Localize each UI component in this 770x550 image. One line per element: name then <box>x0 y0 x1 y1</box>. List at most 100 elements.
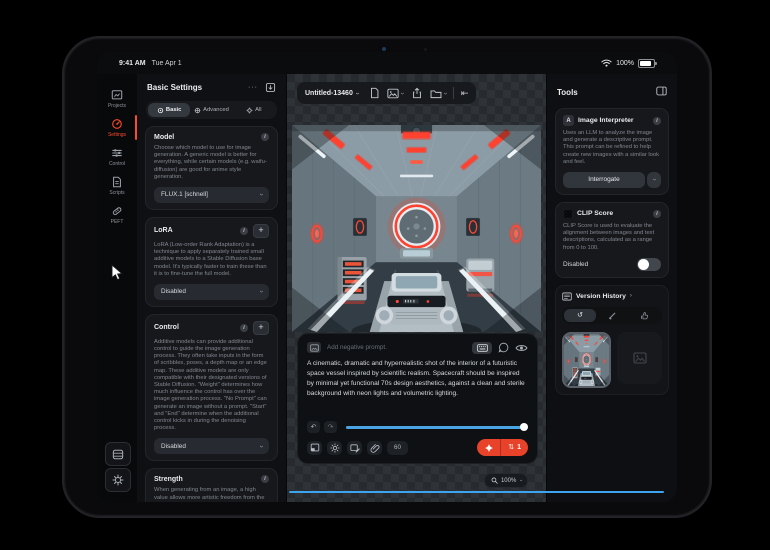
batch-count-button[interactable]: ⇅ 1 <box>501 439 528 456</box>
tab-advanced[interactable]: Advanced <box>190 103 232 117</box>
sidebar-item-control[interactable]: Control <box>97 142 137 171</box>
interrogate-menu-button[interactable]: › <box>647 172 661 188</box>
paperclip-icon <box>370 443 380 453</box>
front-camera <box>382 47 386 51</box>
interrogate-button[interactable]: Interrogate <box>563 172 645 188</box>
generation-settings-button[interactable] <box>327 441 342 455</box>
layers-icon <box>112 449 124 460</box>
model-card: Model i Choose which model to use for im… <box>145 126 278 210</box>
tab-all[interactable]: All <box>233 103 275 117</box>
batch-count: 1 <box>517 444 521 451</box>
sidebar-item-projects[interactable]: Projects <box>97 84 137 113</box>
clip-description: CLIP Score is used to evaluate the align… <box>563 223 661 252</box>
collapse-panel-icon[interactable]: ⇤ <box>461 89 469 98</box>
undo-button[interactable]: ↶ <box>307 421 320 433</box>
attach-button[interactable] <box>367 441 382 455</box>
app-window: Projects Settings <box>97 74 677 502</box>
control-description: Additive models can provide additional c… <box>154 339 269 432</box>
sparkle-icon <box>484 443 494 453</box>
history-tab[interactable]: ↺ <box>564 309 596 322</box>
battery-percent: 100% <box>616 60 634 67</box>
zoom-control[interactable]: 100% › <box>484 473 528 488</box>
preferences-button[interactable] <box>105 468 131 492</box>
canvas-area[interactable]: Untitled-13460 › › <box>287 74 546 502</box>
model-dropdown[interactable]: FLUX.1 [schnell] › <box>154 187 269 203</box>
version-thumbnail-placeholder[interactable] <box>617 332 662 384</box>
strength-info-icon[interactable]: i <box>261 475 269 483</box>
lora-title: LoRA <box>154 227 173 234</box>
canvas-layers-button[interactable] <box>105 442 131 466</box>
tab-basic[interactable]: Basic <box>148 103 190 117</box>
negative-prompt-input[interactable]: Add negative prompt. <box>327 344 387 351</box>
strength-description: When generating from an image, a high va… <box>154 487 269 502</box>
redo-button[interactable]: ↷ <box>324 421 337 433</box>
focus-indicator-line <box>289 491 664 494</box>
lora-info-icon[interactable]: i <box>240 227 248 235</box>
panel-toggle-icon[interactable] <box>656 86 667 96</box>
control-title: Control <box>154 324 179 331</box>
settings-tab-bar: Basic Advanced <box>146 101 277 119</box>
image-plus-icon <box>310 344 319 352</box>
screen: 9:41 AM Tue Apr 1 100% <box>97 52 677 502</box>
favorites-tab[interactable] <box>628 309 660 322</box>
canvas-toolbar: Untitled-13460 › › <box>297 82 476 104</box>
add-control-button[interactable]: + <box>253 321 269 335</box>
chevron-down-icon: › <box>354 92 361 94</box>
prompt-text-input[interactable]: A cinematic, dramatic and hyperrealistic… <box>307 359 528 399</box>
sidebar-item-scripts[interactable]: Scripts <box>97 171 137 200</box>
document-title-menu[interactable]: Untitled-13460 › <box>305 90 358 97</box>
tools-panel: Tools A Image Interpreter i <box>546 74 677 502</box>
folder-icon <box>430 88 442 99</box>
nav-rail: Projects Settings <box>97 74 137 502</box>
image-icon <box>387 88 399 99</box>
ambient-sensor <box>424 48 427 51</box>
lora-description: LoRA (Low-order Rank Adaptation) is a te… <box>154 242 269 278</box>
chat-bubble-icon[interactable] <box>498 342 509 353</box>
eye-icon[interactable] <box>515 343 528 353</box>
edits-tab[interactable] <box>596 309 628 322</box>
guidance-slider-knob[interactable] <box>520 423 528 431</box>
sidebar-item-settings[interactable]: Settings <box>97 113 137 142</box>
generated-image[interactable] <box>292 125 541 332</box>
version-history-header[interactable]: Version History › <box>562 292 662 301</box>
new-document-icon[interactable] <box>369 87 380 99</box>
project-menu-button[interactable]: › <box>430 88 446 99</box>
clip-info-icon[interactable]: i <box>653 210 661 218</box>
prompt-panel: Add negative prompt. <box>297 333 538 464</box>
advanced-tab-icon <box>194 107 201 114</box>
clip-score-icon <box>563 209 573 219</box>
settings-panel: Basic Settings ··· <box>137 74 287 502</box>
model-description: Choose which model to use for image gene… <box>154 145 269 181</box>
clip-score-toggle[interactable] <box>637 258 661 271</box>
image-edit-icon <box>350 443 360 453</box>
control-info-icon[interactable]: i <box>240 324 248 332</box>
control-card: Control i + Additive models can provide … <box>145 314 278 461</box>
share-icon[interactable] <box>411 87 423 99</box>
keyboard-mode-button[interactable] <box>472 342 492 354</box>
add-image-to-prompt-button[interactable] <box>307 342 321 353</box>
model-info-icon[interactable]: i <box>261 133 269 141</box>
updown-icon: ⇅ <box>508 444 514 451</box>
peft-icon <box>111 205 123 217</box>
save-settings-icon[interactable] <box>265 82 276 93</box>
scripts-icon <box>111 176 123 188</box>
version-thumbnail-selected[interactable] <box>562 332 611 388</box>
control-dropdown[interactable]: Disabled › <box>154 438 269 454</box>
sun-icon <box>330 443 340 453</box>
llm-icon: A <box>563 115 574 126</box>
canvas-size-button[interactable] <box>307 441 322 455</box>
sidebar-item-peft[interactable]: PEFT <box>97 200 137 229</box>
steps-badge[interactable]: 60 <box>387 441 408 455</box>
thumbs-up-icon <box>640 311 649 320</box>
interpreter-info-icon[interactable]: i <box>653 117 661 125</box>
more-options-button[interactable]: ··· <box>248 84 258 91</box>
basic-tab-icon <box>157 107 164 114</box>
guidance-slider[interactable] <box>346 422 528 432</box>
add-lora-button[interactable]: + <box>253 224 269 238</box>
generate-button[interactable]: ⇅ 1 <box>477 439 528 456</box>
image-menu-button[interactable]: › <box>387 88 403 99</box>
lora-dropdown[interactable]: Disabled › <box>154 284 269 300</box>
version-history-tabs: ↺ <box>562 307 662 324</box>
image-edit-button[interactable] <box>347 441 362 455</box>
chevron-down-icon: › <box>257 445 264 447</box>
